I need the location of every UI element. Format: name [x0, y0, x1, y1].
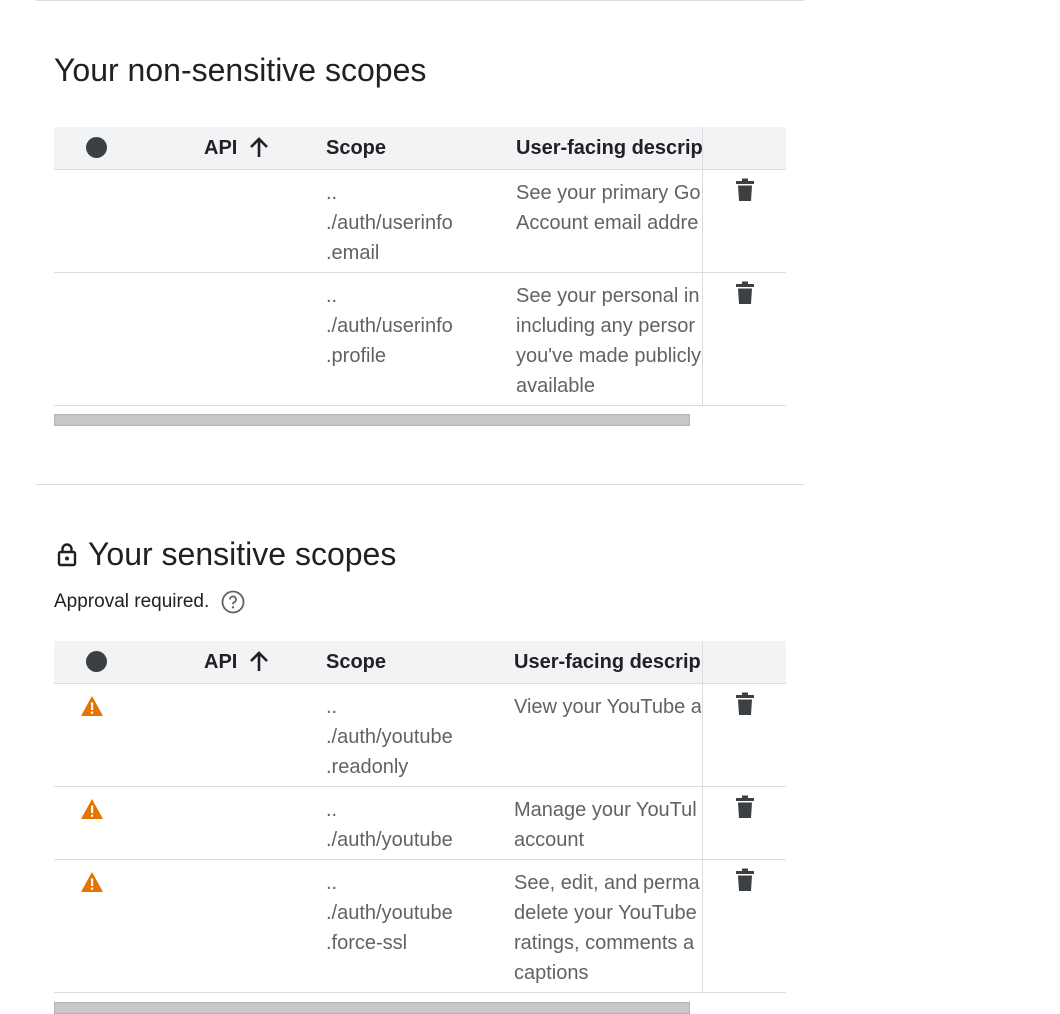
description-column-header[interactable]: User-facing descrip: [516, 127, 706, 169]
scope-text: ..: [326, 285, 338, 307]
description-text: See your primary Go: [516, 182, 701, 204]
table-row: .. ./auth/youtube .readonly View your YouTu…: [54, 684, 786, 787]
horizontal-scrollbar[interactable]: [54, 1002, 690, 1014]
scope-cell: .. ./auth/youtube .readonly: [326, 692, 501, 782]
description-text: ratings, comments a: [514, 932, 695, 954]
scope-text: .readonly: [326, 756, 409, 778]
scope-text: ..: [326, 696, 338, 718]
sensitive-rows: .. ./auth/youtube .readonly View your YouTu…: [54, 684, 786, 993]
description-text: available: [516, 375, 595, 397]
scope-cell: .. ./auth/youtube: [326, 795, 501, 855]
trash-icon[interactable]: [734, 868, 756, 894]
table-header: API Scope User-facing descrip: [54, 641, 786, 684]
description-text: you've made publicly: [516, 345, 702, 367]
scope-text: .force-ssl: [326, 932, 408, 954]
warning-icon: [80, 798, 104, 820]
non-sensitive-rows: .. ./auth/userinfo .email See your primary …: [54, 170, 786, 406]
trash-icon[interactable]: [734, 692, 756, 718]
sensitive-table: API Scope User-facing descrip .. ./auth/y…: [54, 641, 786, 1014]
table-row: .. ./auth/userinfo .profile See your person…: [54, 273, 786, 406]
api-header-label: API: [204, 650, 238, 673]
column-divider: [702, 127, 703, 405]
table-row: .. ./auth/youtube Manage your YouTul accoun…: [54, 787, 786, 860]
arrow-upward-icon: [250, 137, 269, 157]
select-all-toggle[interactable]: [86, 651, 107, 672]
approval-notice: Approval required.: [54, 589, 245, 615]
scope-column-header[interactable]: Scope: [326, 127, 386, 169]
trash-icon[interactable]: [734, 178, 756, 204]
scope-cell: .. ./auth/userinfo .profile: [326, 281, 501, 371]
description-cell: See, edit, and perma delete your YouTube r…: [514, 868, 701, 988]
column-divider: [702, 641, 703, 992]
description-text: including any persor: [516, 315, 695, 337]
api-column-header[interactable]: API: [204, 641, 269, 683]
scope-text: ..: [326, 182, 338, 204]
non-sensitive-table: API Scope User-facing descrip .. ./auth/u…: [54, 127, 786, 426]
non-sensitive-title: Your non-sensitive scopes: [54, 50, 426, 90]
section-divider: [36, 484, 804, 485]
scope-text: ..: [326, 872, 338, 894]
description-text: See your personal in: [516, 285, 700, 307]
horizontal-scrollbar[interactable]: [54, 414, 690, 426]
description-text: account: [514, 829, 585, 851]
scope-cell: .. ./auth/youtube .force-ssl: [326, 868, 501, 958]
description-column-header[interactable]: User-facing descrip: [514, 641, 704, 683]
lock-icon: [54, 541, 80, 567]
scope-cell: .. ./auth/userinfo .email: [326, 178, 501, 268]
select-all-toggle[interactable]: [86, 137, 107, 158]
scope-text: ..: [326, 799, 338, 821]
trash-icon[interactable]: [734, 281, 756, 307]
description-text: Account email addre: [516, 212, 699, 234]
description-text: See, edit, and perma: [514, 872, 700, 894]
api-column-header[interactable]: API: [204, 127, 269, 169]
scope-text: ./auth/youtube: [326, 829, 453, 851]
arrow-upward-icon: [250, 651, 269, 671]
table-row: .. ./auth/userinfo .email See your primary …: [54, 170, 786, 273]
table-header: API Scope User-facing descrip: [54, 127, 786, 170]
scope-text: ./auth/youtube: [326, 902, 453, 924]
table-row: .. ./auth/youtube .force-ssl See, edit, and…: [54, 860, 786, 993]
description-cell: View your YouTube a: [514, 692, 701, 722]
scope-column-header[interactable]: Scope: [326, 641, 386, 683]
description-text: Manage your YouTul: [514, 799, 697, 821]
help-icon[interactable]: [221, 590, 245, 614]
trash-icon[interactable]: [734, 795, 756, 821]
scope-text: .email: [326, 242, 380, 264]
description-text: View your YouTube a: [514, 696, 701, 718]
sensitive-title: Your sensitive scopes: [54, 534, 396, 574]
description-cell: Manage your YouTul account: [514, 795, 701, 855]
description-cell: See your personal in including any persor…: [516, 281, 703, 401]
top-divider: [36, 0, 804, 1]
scope-text: ./auth/youtube: [326, 726, 453, 748]
non-sensitive-title-text: Your non-sensitive scopes: [54, 52, 427, 88]
warning-icon: [80, 695, 104, 717]
api-header-label: API: [204, 136, 238, 159]
description-text: captions: [514, 962, 589, 984]
description-cell: See your primary Go Account email addre: [516, 178, 703, 238]
scope-text: ./auth/userinfo: [326, 315, 453, 337]
scope-text: ./auth/userinfo: [326, 212, 453, 234]
description-text: delete your YouTube: [514, 902, 697, 924]
sensitive-title-text: Your sensitive scopes: [88, 536, 397, 572]
approval-text: Approval required.: [54, 591, 210, 612]
scope-text: .profile: [326, 345, 387, 367]
warning-icon: [80, 871, 104, 893]
